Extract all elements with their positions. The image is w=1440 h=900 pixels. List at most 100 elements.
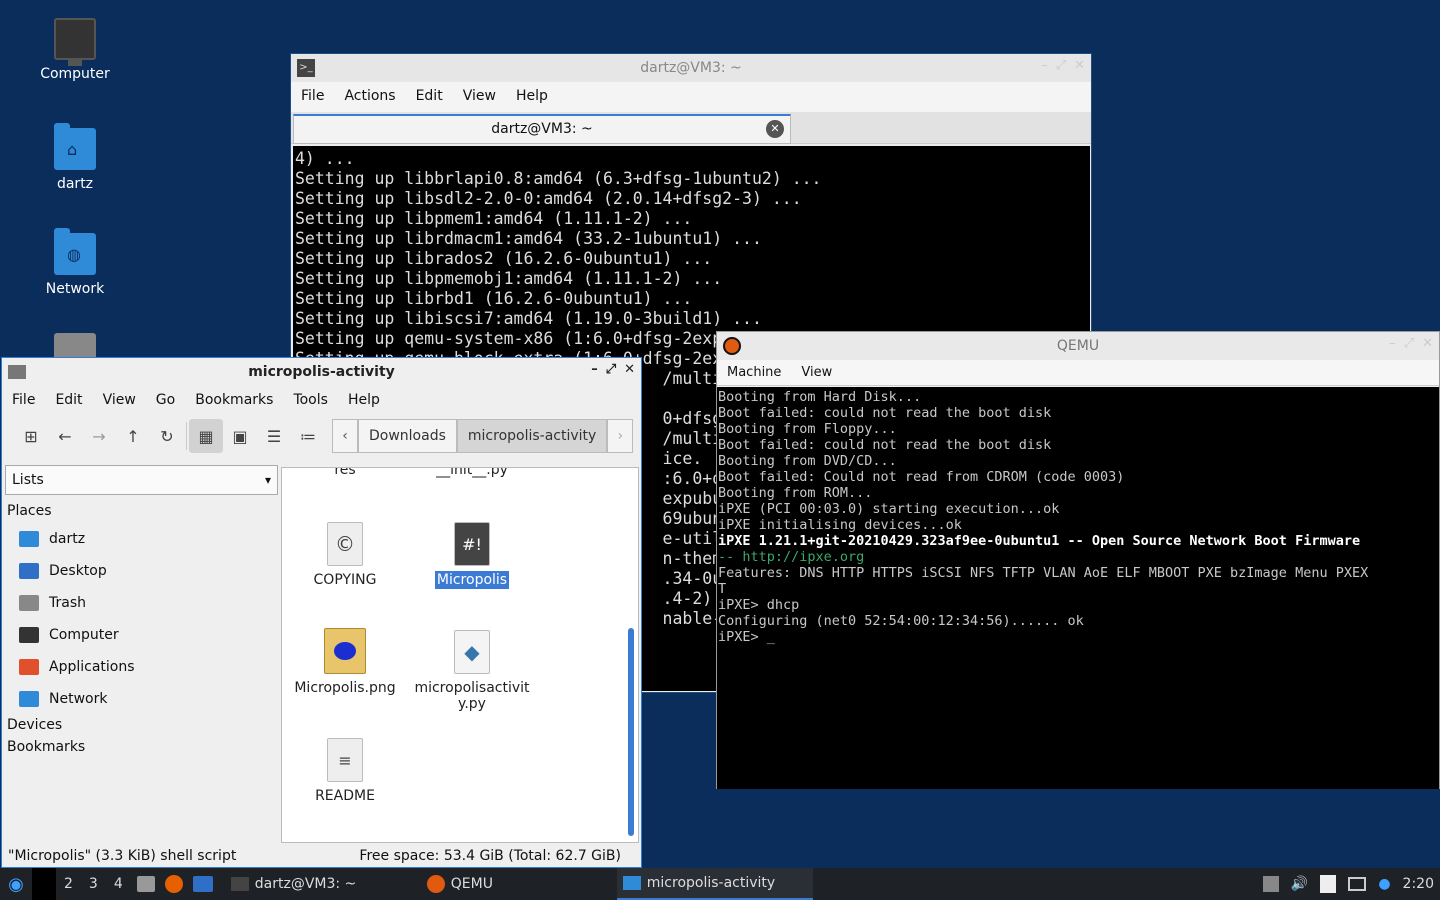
terminal-line: Setting up libiscsi7:amd64 (1.19.0-3buil…	[295, 309, 762, 328]
menu-file[interactable]: File	[2, 386, 45, 414]
path-button-current[interactable]: micropolis-activity	[456, 419, 608, 453]
file-label: res	[334, 467, 356, 478]
eject-icon[interactable]	[1262, 876, 1279, 892]
workspace-1[interactable]	[32, 868, 56, 900]
places-heading[interactable]: Places	[5, 495, 280, 523]
minimize-icon[interactable]: –	[591, 362, 598, 377]
up-arrow-icon[interactable]: ↑	[116, 419, 150, 453]
icon-view-icon[interactable]: ▦	[189, 419, 223, 453]
scrollbar[interactable]	[628, 628, 634, 836]
devices-heading[interactable]: Devices	[5, 715, 280, 737]
side-pane-mode-select[interactable]: Lists ▾	[5, 465, 278, 495]
qemu-console-line: Boot failed: could not read the boot dis…	[718, 437, 1052, 453]
network-icon	[19, 691, 39, 707]
start-menu-icon[interactable]: ◉	[0, 868, 32, 900]
path-button-downloads[interactable]: Downloads	[358, 419, 457, 453]
sidebar-item-trash[interactable]: Trash	[5, 587, 280, 619]
workspace-4[interactable]: 4	[106, 876, 131, 892]
maximize-icon[interactable]: ⤢	[1404, 336, 1414, 351]
terminal-line: Setting up libpmemobj1:amd64 (1.11.1-2) …	[295, 269, 723, 288]
menu-view[interactable]: View	[791, 360, 842, 385]
back-arrow-icon[interactable]: ←	[48, 419, 82, 453]
terminal-tab[interactable]: dartz@VM3: ~ ✕	[293, 114, 791, 144]
desktop-icon-label: Computer	[40, 66, 110, 82]
task-label: micropolis-activity	[646, 875, 776, 891]
clock[interactable]: 2:20	[1403, 876, 1434, 892]
file-item[interactable]: ≡ README	[285, 738, 405, 804]
path-right-arrow-icon[interactable]: ›	[607, 419, 634, 453]
minimize-icon[interactable]: –	[1041, 58, 1048, 73]
applications-icon	[19, 659, 39, 675]
qemu-titlebar[interactable]: QEMU – ⤢ ✕	[717, 332, 1439, 360]
menu-view[interactable]: View	[93, 386, 146, 414]
minimize-icon[interactable]: –	[1389, 336, 1396, 351]
network-status-icon[interactable]	[1348, 877, 1367, 891]
menu-tools[interactable]: Tools	[283, 386, 338, 414]
taskbar: ◉ 2 3 4 dartz@VM3: ~ QEMU micropolis-act…	[0, 868, 1440, 900]
firefox-launcher-icon[interactable]	[164, 875, 183, 893]
sidebar-item-desktop[interactable]: Desktop	[5, 555, 280, 587]
volume-icon[interactable]: 🔊	[1291, 876, 1308, 892]
qemu-display[interactable]: Booting from Hard Disk... Boot failed: co…	[717, 387, 1439, 789]
task-file-manager[interactable]: micropolis-activity	[616, 868, 813, 900]
menu-file[interactable]: File	[291, 82, 334, 112]
file-label: COPYING	[313, 572, 377, 588]
workspace-3[interactable]: 3	[81, 876, 106, 892]
detailed-list-view-icon[interactable]: ≔	[291, 419, 325, 453]
desktop-icon-computer[interactable]: Computer	[25, 18, 125, 82]
menu-help[interactable]: Help	[506, 82, 558, 112]
notification-icon[interactable]: ●	[1378, 876, 1390, 892]
terminal-titlebar[interactable]: >_ dartz@VM3: ~ – ⤢ ✕	[291, 54, 1091, 82]
sidebar-item-computer[interactable]: Computer	[5, 619, 280, 651]
qemu-console-line: iPXE initialising devices...ok	[718, 517, 962, 533]
sidebar-item-applications[interactable]: Applications	[5, 651, 280, 683]
sidebar-item-label: Applications	[49, 659, 135, 675]
file-item-selected[interactable]: #! Micropolis	[412, 522, 532, 589]
file-icon-view[interactable]: res __init__.py © COPYING #! Micropolis …	[281, 467, 639, 843]
bookmarks-heading[interactable]: Bookmarks	[5, 737, 280, 759]
maximize-icon[interactable]: ⤢	[1056, 58, 1066, 73]
menu-bookmarks[interactable]: Bookmarks	[185, 386, 283, 414]
file-item[interactable]: res	[285, 467, 405, 478]
forward-arrow-icon[interactable]: →	[82, 419, 116, 453]
close-icon[interactable]: ✕	[624, 362, 635, 377]
sidebar-item-network[interactable]: Network	[5, 683, 280, 715]
qemu-console-line: iPXE> _	[718, 629, 775, 645]
file-manager-launcher-icon[interactable]	[136, 876, 155, 892]
file-item[interactable]: __init__.py	[412, 468, 532, 478]
tab-close-icon[interactable]: ✕	[766, 120, 784, 138]
qemu-logo-icon	[426, 875, 445, 893]
close-icon[interactable]: ✕	[1074, 58, 1085, 73]
file-manager-window[interactable]: micropolis-activity – ⤢ ✕ File Edit View…	[1, 357, 642, 868]
desktop-launcher-icon[interactable]	[192, 876, 213, 892]
task-qemu[interactable]: QEMU	[421, 868, 617, 900]
desktop-icon-dartz[interactable]: ⌂ dartz	[25, 123, 125, 192]
status-selection: "Micropolis" (3.3 KiB) shell script	[8, 848, 237, 864]
qemu-window[interactable]: QEMU – ⤢ ✕ Machine View Booting from Har…	[716, 331, 1440, 789]
menu-go[interactable]: Go	[146, 386, 185, 414]
menu-view[interactable]: View	[453, 82, 506, 112]
file-item[interactable]: ◆ micropolisactivit y.py	[412, 630, 532, 712]
file-item[interactable]: © COPYING	[285, 522, 405, 588]
sidebar-item-dartz[interactable]: dartz	[5, 523, 280, 555]
window-title: micropolis-activity	[248, 364, 395, 380]
thumbnail-view-icon[interactable]: ▣	[223, 419, 257, 453]
menu-machine[interactable]: Machine	[717, 360, 791, 385]
clipboard-icon[interactable]	[1320, 875, 1337, 893]
file-label: Micropolis	[434, 571, 510, 589]
reload-icon[interactable]: ↻	[150, 419, 184, 453]
menu-edit[interactable]: Edit	[45, 386, 92, 414]
file-manager-titlebar[interactable]: micropolis-activity – ⤢ ✕	[2, 358, 641, 386]
menu-help[interactable]: Help	[338, 386, 390, 414]
workspace-2[interactable]: 2	[56, 876, 81, 892]
task-terminal[interactable]: dartz@VM3: ~	[225, 868, 421, 900]
path-left-arrow-icon[interactable]: ‹	[332, 419, 358, 453]
menu-actions[interactable]: Actions	[334, 82, 405, 112]
maximize-icon[interactable]: ⤢	[606, 362, 616, 377]
new-tab-icon[interactable]: ⊞	[14, 419, 48, 453]
menu-edit[interactable]: Edit	[406, 82, 453, 112]
compact-view-icon[interactable]: ☰	[257, 419, 291, 453]
close-icon[interactable]: ✕	[1422, 336, 1433, 351]
desktop-icon-network[interactable]: ◍ Network	[25, 228, 125, 297]
file-item[interactable]: Micropolis.png	[285, 628, 405, 696]
